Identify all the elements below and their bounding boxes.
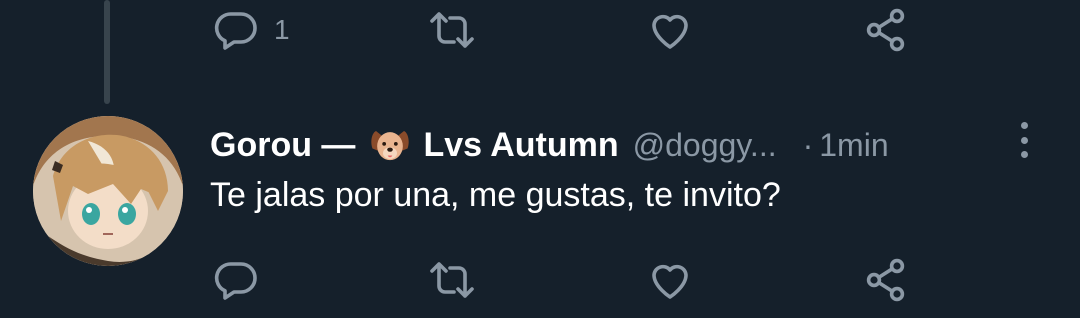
separator-dot: · xyxy=(802,126,814,163)
avatar[interactable] xyxy=(33,116,183,266)
reply-icon xyxy=(214,262,257,300)
retweet-icon xyxy=(430,262,474,298)
retweet-button[interactable] xyxy=(428,0,476,60)
retweet-button[interactable] xyxy=(428,250,476,310)
more-dot-icon xyxy=(1020,136,1028,144)
retweet-icon xyxy=(430,12,474,48)
previous-tweet-action-bar: 1 xyxy=(0,0,1080,60)
share-icon xyxy=(866,258,905,302)
dog-face-icon xyxy=(371,131,410,161)
avatar-image xyxy=(33,116,183,266)
like-button[interactable] xyxy=(646,0,694,60)
display-name[interactable]: Gorou — xyxy=(210,126,355,165)
share-button[interactable] xyxy=(862,0,910,60)
reply-count: 1 xyxy=(274,14,290,45)
tweet-header: Gorou — Lvs Autumn @doggy... · 1min xyxy=(210,120,889,170)
more-dot-icon xyxy=(1020,151,1028,158)
share-icon xyxy=(866,8,905,52)
reply-icon xyxy=(214,12,257,50)
more-dot-icon xyxy=(1020,122,1028,129)
user-handle[interactable]: @doggy... xyxy=(633,127,777,164)
tweet-action-bar xyxy=(0,250,1080,310)
like-button[interactable] xyxy=(646,250,694,310)
timestamp[interactable]: 1min xyxy=(819,127,888,164)
heart-icon xyxy=(652,264,688,299)
tweet-text: Te jalas por una, me gustas, te invito? xyxy=(210,176,781,214)
reply-button[interactable]: 1 xyxy=(212,0,290,60)
more-options-button[interactable] xyxy=(1012,118,1036,162)
share-button[interactable] xyxy=(862,250,910,310)
heart-icon xyxy=(652,14,688,49)
reply-button[interactable] xyxy=(212,250,260,310)
display-name-suffix[interactable]: Lvs Autumn xyxy=(423,126,618,165)
